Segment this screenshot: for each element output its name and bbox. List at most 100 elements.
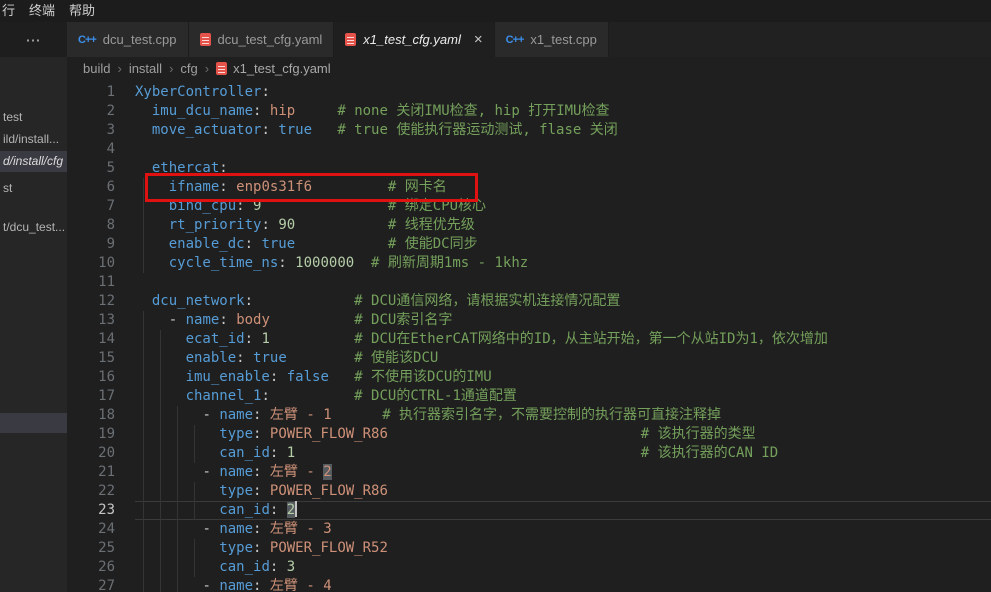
code-token xyxy=(278,445,286,461)
code-line[interactable]: 1XyberController: xyxy=(67,83,991,102)
indent-guide xyxy=(143,406,144,425)
code-line[interactable]: 27 - name: 左臂 - 4 xyxy=(67,577,991,592)
code-line[interactable]: 26 can_id: 3 xyxy=(67,558,991,577)
code-token xyxy=(135,122,152,138)
code-token xyxy=(261,103,269,119)
breadcrumb-file[interactable]: x1_test_cfg.yaml xyxy=(216,61,331,76)
tab-x1_test_cfg.yaml[interactable]: x1_test_cfg.yaml× xyxy=(334,22,494,57)
code-token: : xyxy=(261,122,269,138)
code-token xyxy=(278,559,286,575)
line-number: 4 xyxy=(67,140,115,159)
line-text: can_id: 2 xyxy=(135,501,991,520)
indent-guide xyxy=(143,387,144,406)
code-token: : xyxy=(278,255,286,271)
code-line[interactable]: 21 - name: 左臂 - 2 xyxy=(67,463,991,482)
code-line[interactable]: 10 cycle_time_ns: 1000000 # 刷新周期1ms - 1k… xyxy=(67,254,991,273)
indent-guide xyxy=(143,254,144,273)
line-text: can_id: 3 xyxy=(135,558,991,577)
code-line[interactable]: 25 type: POWER_FLOW_R52 xyxy=(67,539,991,558)
menu-item-0[interactable]: 行 xyxy=(2,0,15,22)
indent-guide xyxy=(177,425,178,444)
indent-guide xyxy=(194,501,195,520)
code-line[interactable]: 22 type: POWER_FLOW_R86 xyxy=(67,482,991,501)
line-number: 12 xyxy=(67,292,115,311)
menu-item-2[interactable]: 帮助 xyxy=(69,0,95,22)
indent-guide xyxy=(143,311,144,330)
code-line[interactable]: 17 channel_1: # DCU的CTRL-1通道配置 xyxy=(67,387,991,406)
code-line[interactable]: 4 xyxy=(67,140,991,159)
code-line[interactable]: 3 move_actuator: true # true 使能执行器运动测试, … xyxy=(67,121,991,140)
indent-guide xyxy=(143,330,144,349)
line-number: 3 xyxy=(67,121,115,140)
tab-dcu_test.cpp[interactable]: C++dcu_test.cpp xyxy=(67,22,189,57)
code-line[interactable]: 23 can_id: 2 xyxy=(67,501,991,520)
indent-guide xyxy=(160,577,161,592)
code-token: name xyxy=(219,521,253,537)
line-text: type: POWER_FLOW_R86 xyxy=(135,482,991,501)
code-line[interactable]: 2 imu_dcu_name: hip # none 关闭IMU检查, hip … xyxy=(67,102,991,121)
breadcrumb-separator-icon: › xyxy=(169,61,173,76)
line-number: 25 xyxy=(67,539,115,558)
code-editor[interactable]: 1XyberController:2 imu_dcu_name: hip # n… xyxy=(67,80,991,592)
code-line[interactable]: 24 - name: 左臂 - 3 xyxy=(67,520,991,539)
code-token xyxy=(278,502,286,518)
tab-x1_test.cpp[interactable]: C++x1_test.cpp xyxy=(495,22,609,57)
code-token: name xyxy=(219,407,253,423)
yaml-file-icon xyxy=(345,33,356,46)
menu-item-1[interactable]: 终端 xyxy=(29,0,55,22)
breadcrumb-segment[interactable]: cfg xyxy=(180,61,197,76)
annotation-box xyxy=(145,173,478,202)
indent-guide xyxy=(143,558,144,577)
code-line[interactable]: 13 - name: body # DCU索引名字 xyxy=(67,311,991,330)
more-actions-icon[interactable]: ⋯ xyxy=(26,31,42,49)
code-token: name xyxy=(219,578,253,592)
code-token: imu_dcu_name xyxy=(152,103,253,119)
indent-guide xyxy=(143,444,144,463)
line-text: enable_dc: true # 使能DC同步 xyxy=(135,235,991,254)
indent-guide xyxy=(177,539,178,558)
code-token: # none 关闭IMU检查, hip 打开IMU检查 xyxy=(337,103,609,119)
indent-guide xyxy=(177,482,178,501)
code-token: # true 使能执行器运动测试, flase 关闭 xyxy=(337,122,617,138)
tab-close-icon[interactable]: × xyxy=(474,32,483,47)
code-line[interactable]: 15 enable: true # 使能该DCU xyxy=(67,349,991,368)
indent-guide xyxy=(160,425,161,444)
code-line[interactable]: 9 enable_dc: true # 使能DC同步 xyxy=(67,235,991,254)
code-line[interactable]: 11 xyxy=(67,273,991,292)
code-line[interactable]: 14 ecat_id: 1 # DCU在EtherCAT网络中的ID，从主站开始… xyxy=(67,330,991,349)
tab-dcu_test_cfg.yaml[interactable]: dcu_test_cfg.yaml xyxy=(189,22,335,57)
sidebar-item[interactable]: d/install/cfg xyxy=(0,151,67,172)
code-line[interactable]: 12 dcu_network: # DCU通信网络，请根据实机连接情况配置 xyxy=(67,292,991,311)
code-token xyxy=(270,331,354,347)
code-line[interactable]: 16 imu_enable: false # 不使用该DCU的IMU xyxy=(67,368,991,387)
code-token: - xyxy=(202,464,210,480)
sidebar-item[interactable]: t/dcu_test... xyxy=(0,217,67,238)
line-number: 23 xyxy=(67,501,115,520)
sidebar-item[interactable]: st xyxy=(0,178,67,199)
code-token xyxy=(332,407,383,423)
code-token: # 刷新周期1ms - 1khz xyxy=(371,255,528,271)
line-number: 27 xyxy=(67,577,115,592)
code-line[interactable]: 8 rt_priority: 90 # 线程优先级 xyxy=(67,216,991,235)
code-token: move_actuator xyxy=(152,122,262,138)
indent-guide xyxy=(143,425,144,444)
code-token: cycle_time_ns xyxy=(169,255,279,271)
line-number: 16 xyxy=(67,368,115,387)
breadcrumb-segment[interactable]: install xyxy=(129,61,162,76)
code-token xyxy=(135,103,152,119)
code-token xyxy=(135,521,202,537)
sidebar-item[interactable]: ild/install... xyxy=(0,129,67,150)
breadcrumb-segment[interactable]: build xyxy=(83,61,110,76)
indent-guide xyxy=(160,463,161,482)
code-line[interactable]: 18 - name: 左臂 - 1 # 执行器索引名字，不需要控制的执行器可直接… xyxy=(67,406,991,425)
sidebar-item[interactable]: test xyxy=(0,107,67,128)
code-line[interactable]: 20 can_id: 1 # 该执行器的CAN ID xyxy=(67,444,991,463)
code-token: name xyxy=(219,464,253,480)
indent-guide xyxy=(177,558,178,577)
code-token: # 不使用该DCU的IMU xyxy=(354,369,491,385)
code-token: # 该执行器的类型 xyxy=(641,426,756,442)
code-token xyxy=(295,236,388,252)
code-line[interactable]: 19 type: POWER_FLOW_R86 # 该执行器的类型 xyxy=(67,425,991,444)
title-bar: 行终端帮助 xyxy=(0,0,991,22)
sidebar-selected-empty-row[interactable] xyxy=(0,413,67,433)
